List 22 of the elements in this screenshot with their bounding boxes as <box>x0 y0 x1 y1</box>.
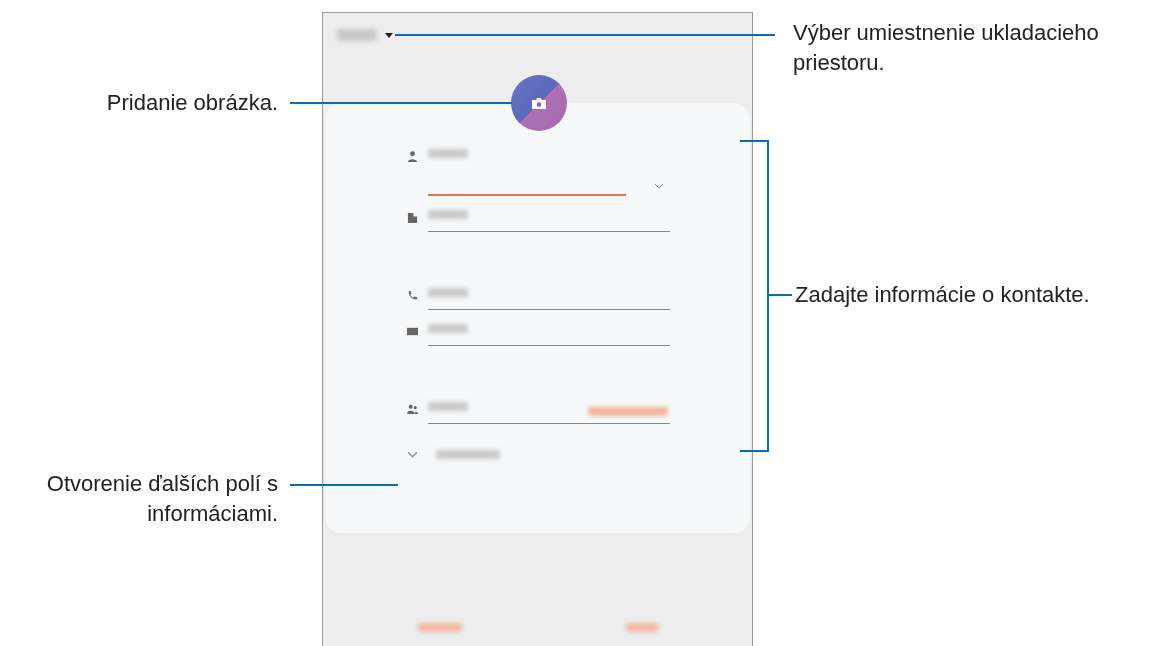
blurred-text <box>428 402 468 411</box>
chevron-down-icon[interactable] <box>407 451 418 458</box>
blurred-text <box>337 29 377 41</box>
building-icon <box>407 212 418 223</box>
blurred-text <box>428 324 468 333</box>
blurred-text <box>428 149 468 158</box>
callout-text: Pridanie obrázka. <box>106 89 278 117</box>
blurred-text <box>436 450 500 459</box>
input-field[interactable] <box>428 405 670 424</box>
callout-text: Otvorenie ďalších polí s informáciami. <box>45 470 278 528</box>
callout-text: Výber umiestnenie ukladacieho priestoru. <box>793 19 1100 77</box>
chevron-down-icon[interactable] <box>654 183 664 189</box>
callout-text: Zadajte informácie o kontakte. <box>795 281 1090 309</box>
people-icon <box>407 404 418 415</box>
blurred-text <box>428 210 468 219</box>
camera-button[interactable] <box>511 75 567 131</box>
camera-icon <box>532 97 546 109</box>
person-icon <box>407 151 418 162</box>
envelope-icon <box>407 326 418 337</box>
blurred-text <box>428 288 468 297</box>
phone-icon <box>407 290 418 301</box>
dropdown-triangle-icon[interactable] <box>385 32 393 38</box>
